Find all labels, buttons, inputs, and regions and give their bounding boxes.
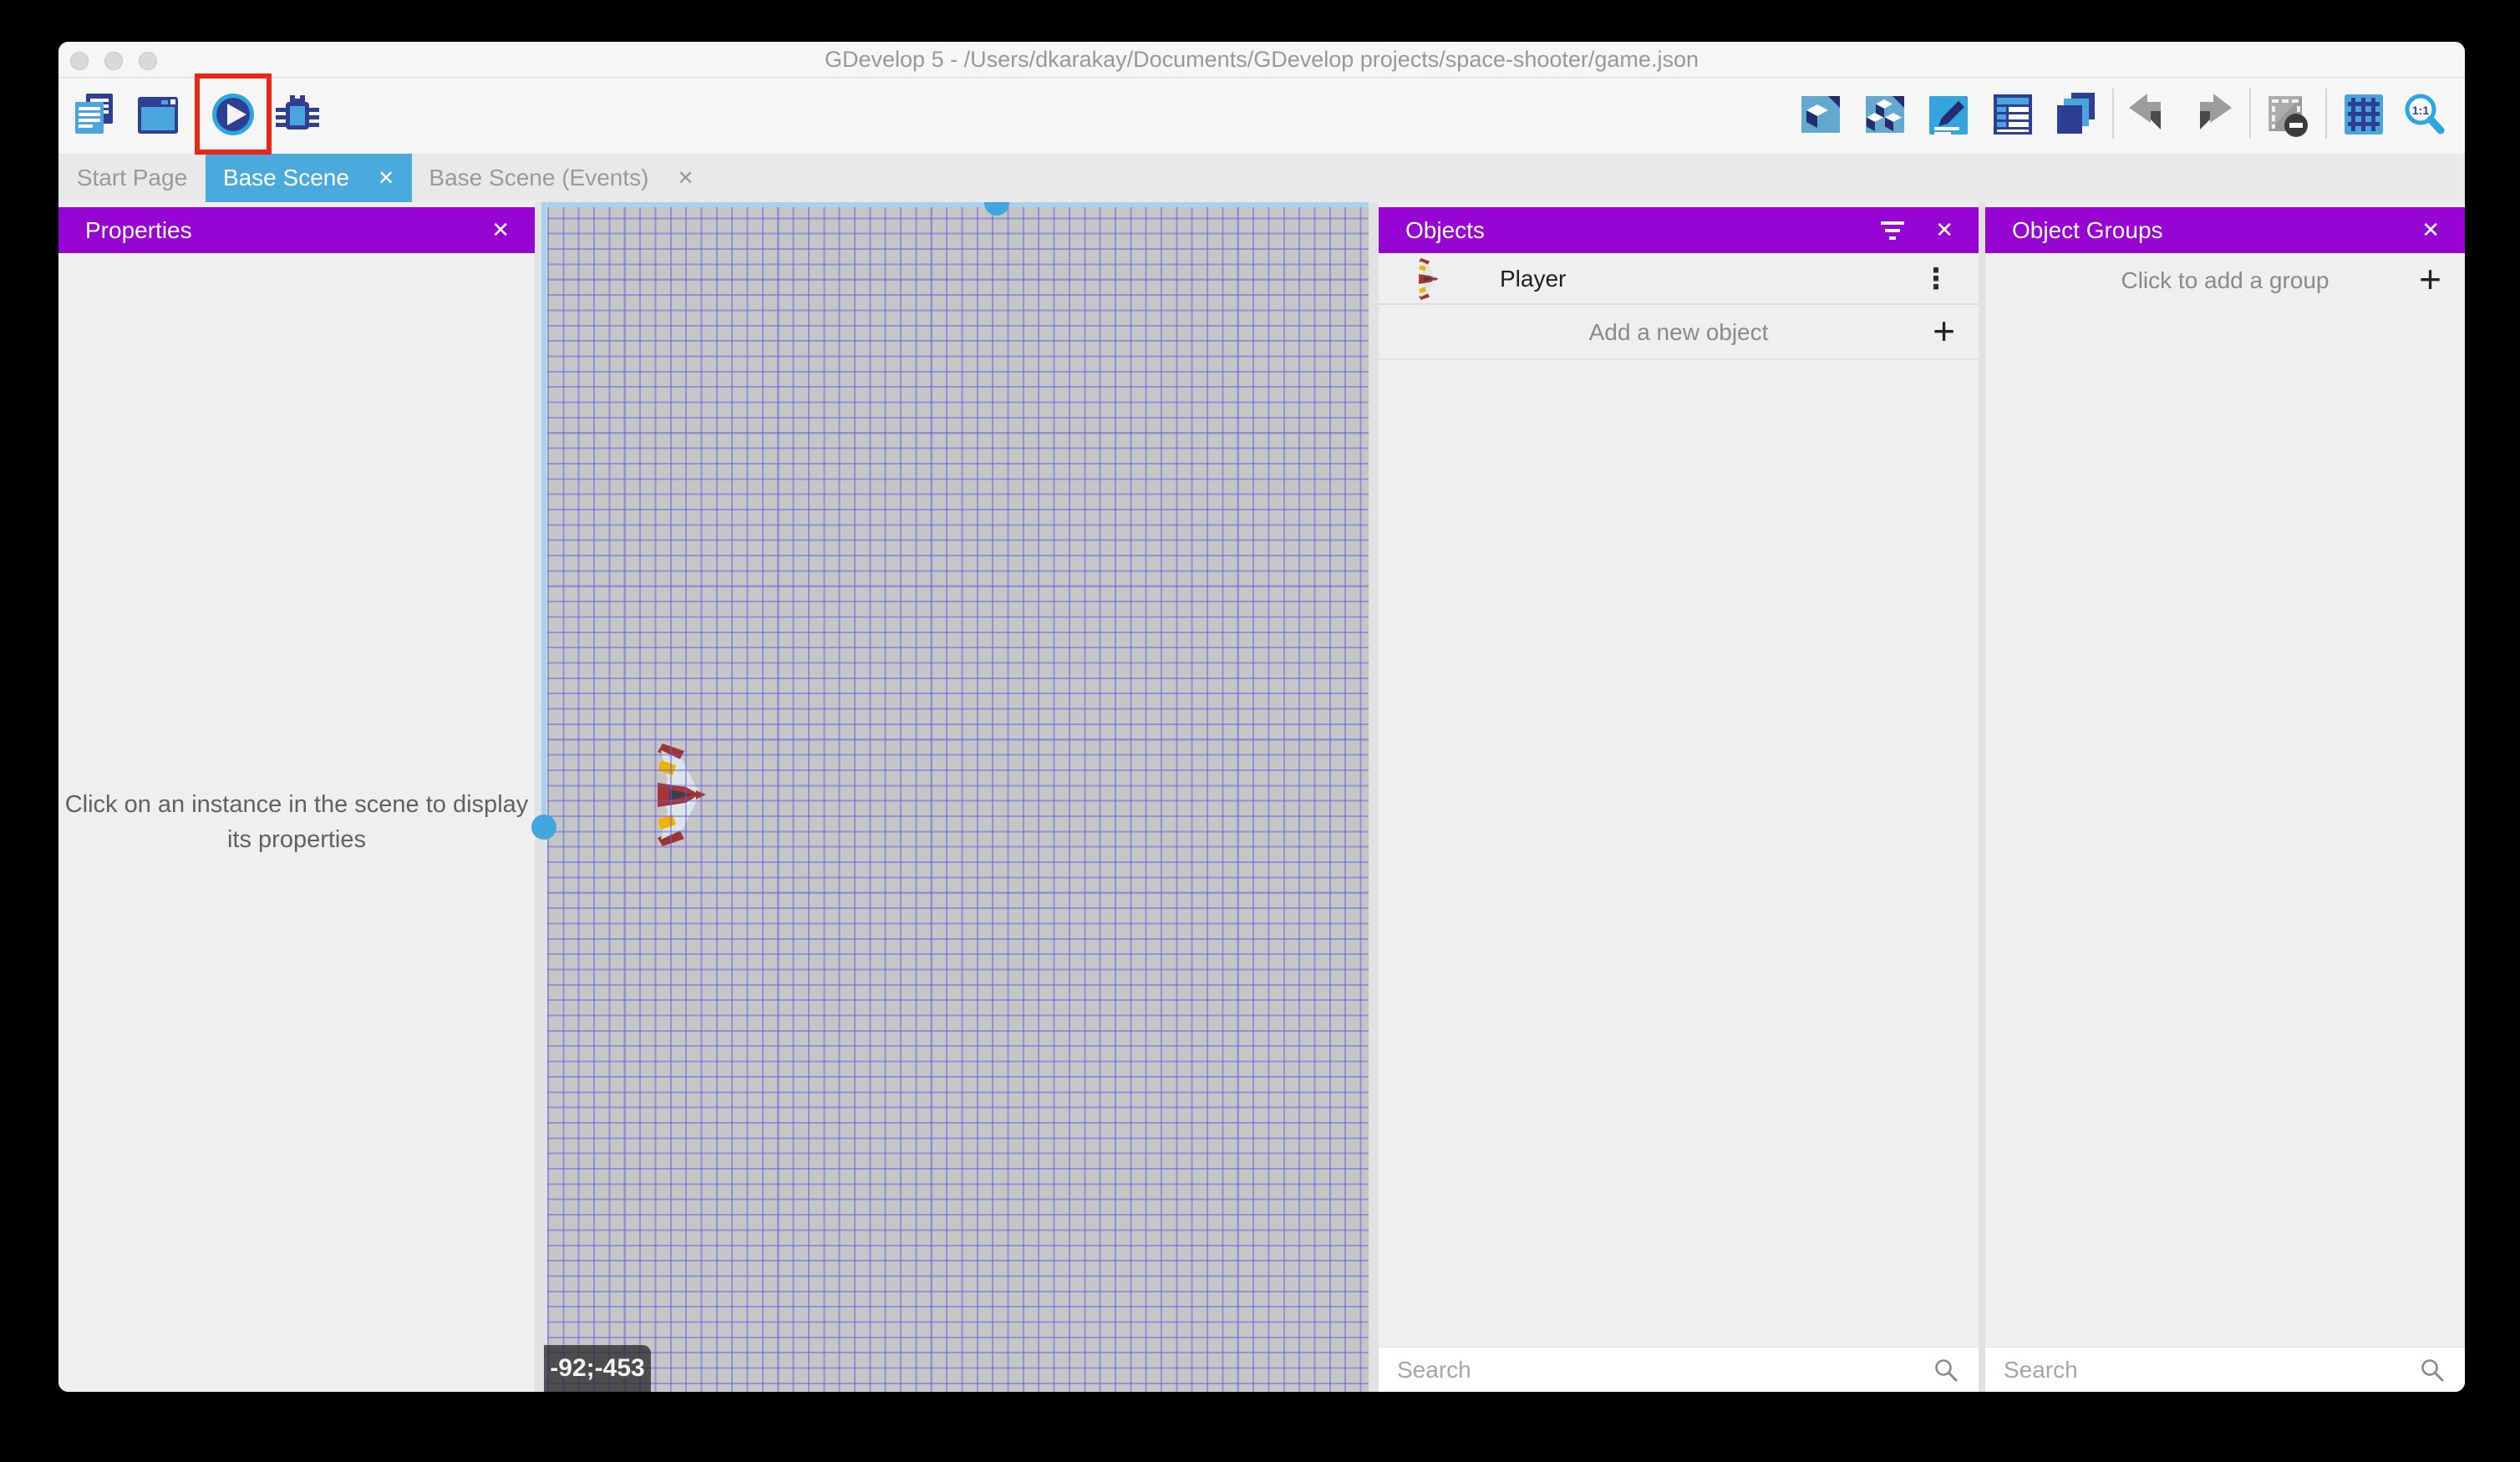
- open-object-groups-editor-button[interactable]: [1861, 90, 1909, 139]
- zoom-1-1-icon: 1:1: [2401, 91, 2448, 138]
- add-group-row[interactable]: Click to add a group +: [1985, 253, 2465, 308]
- tab-label: Base Scene: [223, 165, 349, 191]
- layers-icon: [2053, 91, 2100, 138]
- tab-base-scene-events[interactable]: Base Scene (Events) ✕: [412, 154, 711, 202]
- annotation-highlight-play-button: [195, 74, 272, 155]
- screenshot-root: GDevelop 5 - /Users/dkarakay/Documents/G…: [0, 0, 2520, 1462]
- instances-list-icon: [1989, 91, 2036, 138]
- toggle-window-mask-button[interactable]: [2263, 90, 2311, 139]
- debugger-button[interactable]: [273, 90, 322, 139]
- object-list-item-player[interactable]: Player ⋮: [1379, 253, 1979, 305]
- objects-panel: Objects ✕ Player ⋮ Add a new object +: [1379, 202, 1979, 1392]
- properties-empty-hint: Click on an instance in the scene to dis…: [58, 787, 535, 857]
- object-groups-panel-title: Object Groups: [2012, 217, 2421, 244]
- objects-panel-header: Objects ✕: [1379, 207, 1979, 253]
- toolbar-separator: [2325, 89, 2327, 139]
- filter-icon[interactable]: [1880, 221, 1905, 240]
- scene-window-icon: [135, 91, 181, 138]
- project-manager-button[interactable]: [70, 90, 119, 139]
- properties-panel-title: Properties: [85, 217, 491, 244]
- object-groups-icon: [1862, 91, 1908, 138]
- debug-bug-icon: [274, 91, 321, 138]
- close-icon[interactable]: ✕: [1935, 217, 1954, 243]
- object-groups-panel-header: Object Groups ✕: [1985, 207, 2465, 253]
- search-icon: [2420, 1358, 2445, 1383]
- objects-search-bar: [1379, 1347, 1979, 1392]
- tab-label: Start Page: [77, 165, 187, 191]
- tab-start-page[interactable]: Start Page: [58, 154, 206, 202]
- open-scene-properties-button[interactable]: [1924, 90, 1973, 139]
- add-object-label: Add a new object: [1379, 305, 1979, 360]
- cursor-coordinates: -92;-453: [544, 1345, 651, 1392]
- close-icon[interactable]: ✕: [491, 217, 510, 243]
- groups-search-input[interactable]: [2004, 1348, 2364, 1392]
- add-group-label: Click to add a group: [1985, 253, 2465, 308]
- open-objects-editor-button[interactable]: [1796, 90, 1845, 139]
- toggle-grid-button[interactable]: [2340, 90, 2388, 139]
- scene-editor-button[interactable]: [134, 90, 182, 139]
- window-title: GDevelop 5 - /Users/dkarakay/Documents/G…: [58, 42, 2465, 78]
- objects-editor-icon: [1797, 91, 1844, 138]
- grid-icon: [2340, 91, 2387, 138]
- plus-icon[interactable]: +: [2419, 253, 2441, 308]
- object-menu-kebab-icon[interactable]: ⋮: [1922, 253, 1950, 305]
- player-object-thumbnail: [1410, 258, 1440, 300]
- undo-button[interactable]: [2125, 90, 2173, 139]
- open-instances-list-button[interactable]: [1989, 90, 2037, 139]
- zoom-original-button[interactable]: 1:1: [2401, 90, 2449, 139]
- editor-content: Properties ✕ Click on an instance in the…: [58, 202, 2465, 1392]
- properties-panel: Properties ✕ Click on an instance in the…: [58, 202, 535, 1392]
- toolbar-separator: [2112, 89, 2114, 139]
- editor-tab-bar: Start Page Base Scene ✕ Base Scene (Even…: [58, 154, 2465, 202]
- svg-text:1:1: 1:1: [2412, 104, 2429, 117]
- gdevelop-window: GDevelop 5 - /Users/dkarakay/Documents/G…: [58, 42, 2465, 1392]
- main-toolbar: 1:1: [58, 79, 2465, 154]
- title-bar: GDevelop 5 - /Users/dkarakay/Documents/G…: [58, 42, 2465, 78]
- objects-panel-title: Objects: [1405, 217, 1880, 244]
- search-icon: [1933, 1358, 1959, 1383]
- add-object-row[interactable]: Add a new object +: [1379, 305, 1979, 360]
- horizontal-scrollbar-thumb[interactable]: [984, 202, 1009, 216]
- horizontal-scrollbar[interactable]: [547, 202, 1369, 207]
- close-icon[interactable]: ✕: [2421, 217, 2440, 243]
- vertical-scrollbar-thumb[interactable]: [531, 815, 556, 840]
- redo-icon: [2188, 91, 2235, 138]
- tab-close-icon[interactable]: ✕: [677, 166, 694, 190]
- tab-base-scene[interactable]: Base Scene ✕: [206, 154, 412, 202]
- tab-label: Base Scene (Events): [429, 165, 648, 191]
- undo-icon: [2126, 91, 2172, 138]
- scene-canvas[interactable]: [547, 202, 1369, 1392]
- objects-search-input[interactable]: [1397, 1348, 1847, 1392]
- object-name: Player: [1500, 253, 1566, 305]
- project-manager-icon: [71, 91, 118, 138]
- player-ship-sprite[interactable]: [638, 744, 706, 846]
- properties-panel-header: Properties ✕: [58, 207, 535, 253]
- object-groups-panel: Object Groups ✕ Click to add a group +: [1985, 202, 2465, 1392]
- redo-button[interactable]: [2187, 90, 2236, 139]
- vertical-scrollbar[interactable]: [541, 202, 546, 827]
- plus-icon[interactable]: +: [1933, 305, 1955, 360]
- groups-search-bar: [1985, 1347, 2465, 1392]
- window-mask-icon: [2263, 91, 2310, 138]
- tab-close-icon[interactable]: ✕: [378, 166, 394, 190]
- edit-properties-pencil-icon: [1925, 91, 1972, 138]
- toolbar-separator: [2249, 89, 2251, 139]
- open-layers-editor-button[interactable]: [2052, 90, 2101, 139]
